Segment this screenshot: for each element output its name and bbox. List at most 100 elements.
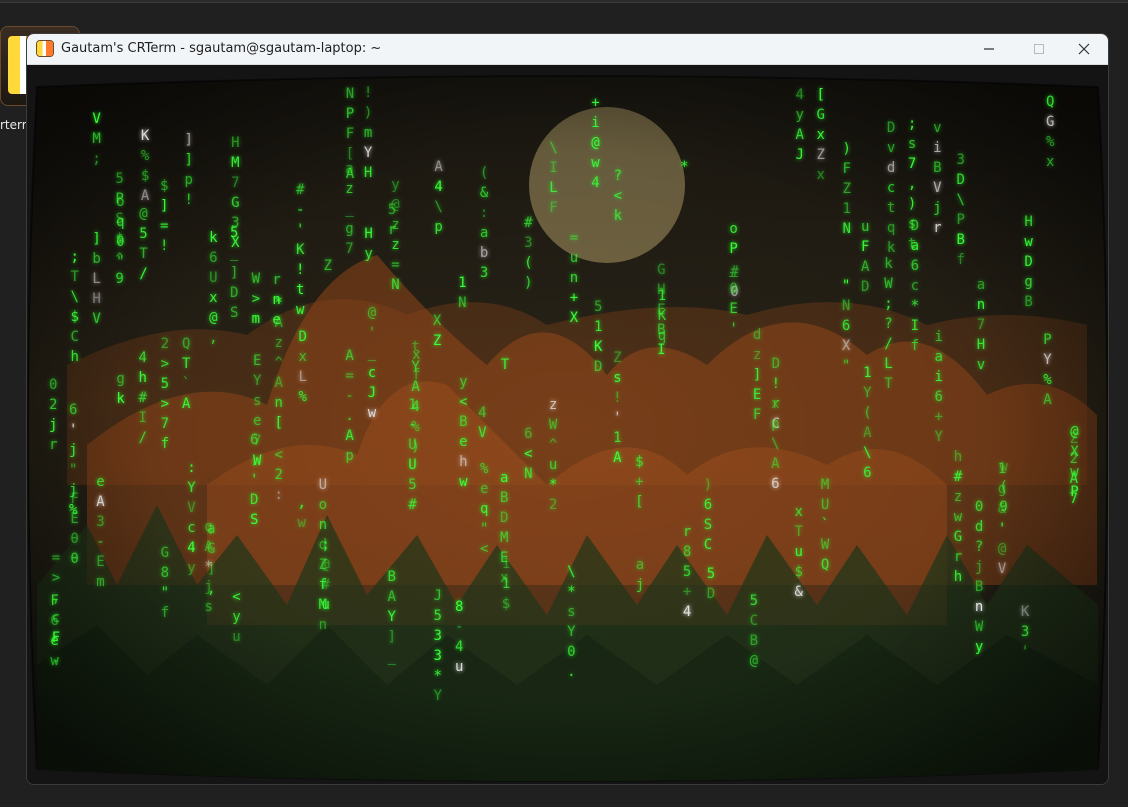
rain-glyph: s [907, 216, 917, 233]
rain-glyph: A [140, 188, 150, 205]
rain-glyph: n [976, 297, 986, 314]
rain-glyph: q [116, 213, 125, 230]
rain-glyph: \ [771, 436, 780, 453]
close-button[interactable] [1061, 34, 1107, 64]
rain-glyph: ) [411, 438, 420, 455]
rain-glyph: ` [820, 516, 830, 533]
rain-glyph: 4 [591, 174, 600, 191]
rain-glyph: ^ [548, 437, 558, 454]
rain-glyph: % [480, 460, 489, 477]
rain-glyph: A [204, 538, 213, 555]
rain-glyph: p [434, 219, 443, 236]
rain-glyph: b [92, 250, 101, 267]
rain-glyph: e [459, 433, 468, 450]
rain-glyph: r [682, 523, 692, 540]
rain-glyph: Y [363, 145, 373, 162]
rain-glyph: r [953, 549, 963, 566]
rain-glyph: 4 [454, 639, 464, 656]
rain-glyph: H [976, 337, 986, 354]
rain-glyph: F [345, 126, 355, 143]
rain-glyph: M [231, 154, 240, 171]
rain-glyph: n [318, 617, 328, 634]
rain-glyph: E [752, 386, 762, 403]
desktop-top-line [0, 2, 1128, 3]
rain-glyph: [ [816, 86, 825, 103]
rain-glyph: 6 [209, 250, 218, 267]
rain-glyph: . [345, 407, 354, 424]
rain-glyph: θ [70, 551, 79, 568]
rain-glyph: ' [295, 221, 305, 238]
rain-glyph: _ [345, 200, 354, 217]
rain-glyph: B [657, 321, 666, 338]
rain-glyph: v [933, 119, 942, 136]
rain-glyph: N [345, 86, 355, 103]
rain-glyph: 6 [524, 426, 533, 443]
rain-glyph: 4 [478, 404, 487, 421]
rain-glyph: x [771, 396, 780, 413]
rain-glyph: P [956, 212, 965, 229]
rain-glyph: 0 [48, 376, 58, 393]
rain-glyph: < [459, 393, 468, 410]
rain-glyph: X [569, 310, 579, 327]
rain-glyph: u [232, 628, 241, 645]
rain-glyph: V [997, 560, 1007, 577]
rain-glyph: e [50, 632, 59, 649]
window-titlebar[interactable]: Gautam's CRTerm - sgautam@sgautam-laptop… [27, 34, 1108, 65]
rain-glyph: w [1070, 463, 1079, 480]
rain-glyph: + [569, 290, 579, 307]
rain-glyph: ] [184, 131, 193, 148]
rain-glyph: _ [729, 260, 738, 277]
rain-glyph: o [318, 497, 328, 514]
crterm-app-icon [37, 41, 53, 56]
rain-glyph: I [910, 317, 920, 334]
rain-glyph: p [771, 416, 780, 433]
rain-glyph: F [861, 238, 870, 255]
rain-glyph: j [204, 578, 213, 595]
rain-glyph: ; [884, 296, 893, 313]
rain-glyph: 2 [160, 336, 170, 353]
rain-glyph: V [92, 310, 101, 327]
rain-glyph: N [841, 297, 851, 314]
rain-glyph: Z [323, 257, 332, 274]
rain-glyph: p [345, 447, 354, 464]
rain-glyph: F [50, 592, 59, 609]
rain-glyph: w [591, 154, 600, 171]
rain-glyph: A [387, 588, 396, 605]
rain-glyph: B [974, 578, 984, 595]
rain-glyph: G [231, 194, 240, 211]
rain-glyph: J [367, 384, 377, 401]
rain-glyph: 5 [682, 563, 692, 580]
rain-glyph: A [345, 166, 355, 183]
rain-glyph: 1 [501, 555, 511, 572]
minimize-button[interactable] [966, 34, 1012, 64]
rain-glyph: i [934, 328, 943, 345]
rain-glyph: C [703, 537, 713, 554]
rain-glyph: ? [974, 538, 984, 555]
rain-glyph: W [251, 270, 261, 287]
rain-glyph: n [569, 270, 579, 287]
rain-glyph: " [841, 357, 851, 374]
rain-glyph: Q [1046, 93, 1055, 110]
rain-glyph: 2 [274, 467, 283, 484]
rain-glyph: \ [549, 139, 558, 156]
rain-glyph: g [1024, 273, 1033, 290]
rain-glyph: B [1024, 293, 1033, 310]
rain-glyph: A [181, 395, 191, 412]
rain-glyph: Y [387, 608, 396, 625]
rain-glyph: S [703, 517, 713, 534]
rain-glyph: G [160, 544, 170, 561]
rain-glyph: u [454, 659, 464, 676]
maximize-button[interactable] [1016, 34, 1062, 64]
rain-glyph: , [297, 495, 306, 512]
rain-glyph: _ [387, 648, 396, 665]
rain-glyph: / [138, 430, 147, 447]
rain-glyph: 6 [250, 432, 259, 449]
rain-glyph: % [140, 148, 150, 165]
crterm-window[interactable]: Gautam's CRTerm - sgautam@sgautam-laptop… [26, 33, 1109, 785]
rain-glyph: X [1070, 443, 1079, 460]
rain-glyph: - [454, 619, 464, 636]
rain-glyph: H [363, 165, 373, 182]
rain-glyph: = [51, 549, 61, 566]
terminal-area[interactable]: 0 2 j r F Eθ θ V M; g k @5 T / G 8 " f]] p! a G], < y u W > m r n e Dx… [27, 65, 1108, 784]
rain-glyph: & [794, 583, 803, 600]
